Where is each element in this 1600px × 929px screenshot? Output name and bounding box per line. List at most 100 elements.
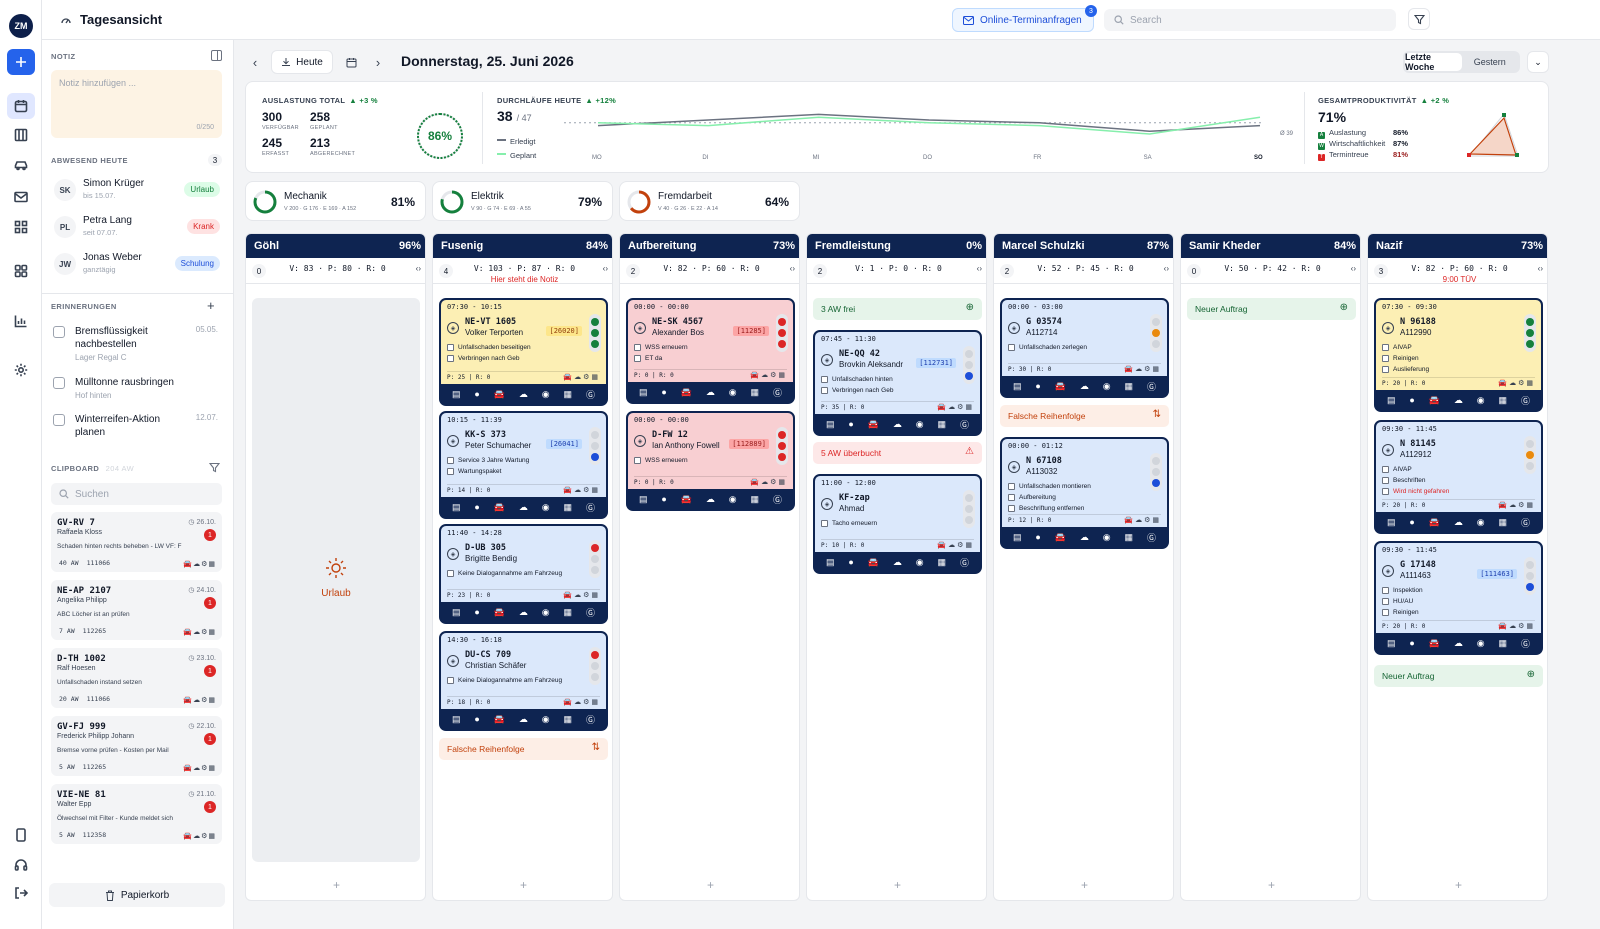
calc-icon[interactable]: ▦ <box>751 494 760 505</box>
tablet-icon[interactable] <box>7 822 35 848</box>
task-checkbox[interactable] <box>1382 366 1389 373</box>
card-task[interactable]: Verbringen nach Geb <box>447 355 519 362</box>
board-banner[interactable]: Neuer Auftrag ⊕ <box>1374 665 1543 687</box>
clipboard-filter-icon[interactable] <box>209 462 220 473</box>
column-add-button[interactable]: + <box>246 878 425 892</box>
g-icon[interactable]: Ⓖ <box>586 501 595 514</box>
gauge-icon[interactable]: ◉ <box>729 387 737 398</box>
absent-person[interactable]: PL Petra Lang seit 07.07. Krank <box>51 212 222 242</box>
g-icon[interactable]: Ⓖ <box>773 386 782 399</box>
cloud-icon[interactable]: ☁ <box>1454 395 1463 406</box>
board-banner[interactable]: Neuer Auftrag ⊕ <box>1187 298 1356 320</box>
appointment-card[interactable]: 07:30 - 10:15 ◈ NE-VT 1605 Volker Terporten… <box>439 298 608 406</box>
note-textarea[interactable]: Notiz hinzufügen ... 0/250 <box>51 70 222 138</box>
doc-icon[interactable]: ▤ <box>826 557 835 568</box>
appointment-card[interactable]: 00:00 - 01:12 ◈ N 67108 A113032 Unfallschade… <box>1000 437 1169 549</box>
chat-icon[interactable]: ● <box>1035 532 1040 542</box>
board-banner[interactable]: Falsche Reihenfolge ⇅ <box>439 738 608 760</box>
task-checkbox[interactable] <box>1382 488 1389 495</box>
stats-nav-icon[interactable] <box>7 308 35 334</box>
calc-icon[interactable]: ▦ <box>1499 638 1508 649</box>
appointment-card[interactable]: 07:45 - 11:30 ◈ NE-QQ 42 Brovkin Aleksandr [… <box>813 330 982 436</box>
card-task[interactable]: Tacho erneuern <box>821 520 877 527</box>
qr-nav-icon[interactable] <box>7 214 35 240</box>
gauge-icon[interactable]: ◉ <box>1477 638 1485 649</box>
calc-icon[interactable]: ▦ <box>1499 395 1508 406</box>
cloud-icon[interactable]: ☁ <box>519 714 528 725</box>
gauge-icon[interactable]: ◉ <box>542 714 550 725</box>
appointment-card[interactable]: 09:30 - 11:45 ◈ G 17148 A111463 [111463] Insp… <box>1374 541 1543 655</box>
support-headset-icon[interactable] <box>7 852 35 878</box>
department-card[interactable]: Mechanik V 200 · G 176 · E 169 · A 152 81% <box>245 181 426 221</box>
task-checkbox[interactable] <box>447 355 454 362</box>
task-checkbox[interactable] <box>821 520 828 527</box>
card-task[interactable]: Unfallschaden hinten <box>821 376 893 383</box>
doc-icon[interactable]: ▤ <box>452 389 461 400</box>
car-icon[interactable]: 🚘 <box>1055 381 1066 392</box>
card-task[interactable]: Aufbereitung <box>1008 494 1056 501</box>
create-button[interactable] <box>7 49 35 75</box>
appointment-card[interactable]: 10:15 - 11:39 ◈ KK-S 373 Peter Schumacher [2… <box>439 411 608 519</box>
apps-nav-icon[interactable] <box>7 258 35 284</box>
card-task[interactable]: Keine Dialogannahme am Fahrzeug <box>447 570 562 577</box>
task-checkbox[interactable] <box>1008 483 1015 490</box>
gauge-icon[interactable]: ◉ <box>1103 532 1111 543</box>
doc-icon[interactable]: ▤ <box>1387 517 1396 528</box>
doc-icon[interactable]: ▤ <box>452 607 461 618</box>
reorder-icon[interactable]: ⇅ <box>592 742 600 753</box>
card-task[interactable]: Reinigen <box>1382 609 1419 616</box>
card-task[interactable]: Verbringen nach Geb <box>821 387 893 394</box>
car-icon[interactable]: 🚘 <box>681 387 692 398</box>
appointment-card[interactable]: 00:00 - 00:00 ◈ D-FW 12 Ian Anthony Fowell [… <box>626 411 795 511</box>
car-icon[interactable]: 🚘 <box>1429 638 1440 649</box>
task-checkbox[interactable] <box>447 570 454 577</box>
doc-icon[interactable]: ▤ <box>1387 395 1396 406</box>
gauge-icon[interactable]: ◉ <box>729 494 737 505</box>
chat-icon[interactable]: ● <box>474 389 479 399</box>
filter-button[interactable] <box>1408 8 1430 30</box>
chat-icon[interactable]: ● <box>1409 638 1414 648</box>
g-icon[interactable]: Ⓖ <box>960 556 969 569</box>
calc-icon[interactable]: ▦ <box>938 557 947 568</box>
add-circle-icon[interactable]: ⊕ <box>966 302 974 313</box>
cloud-icon[interactable]: ☁ <box>1454 517 1463 528</box>
cloud-icon[interactable]: ☁ <box>893 557 902 568</box>
trash-button[interactable]: Papierkorb <box>49 883 225 907</box>
board-banner[interactable]: 3 AW frei ⊕ <box>813 298 982 320</box>
chat-icon[interactable]: ● <box>474 714 479 724</box>
panel-toggle-icon[interactable] <box>211 50 222 61</box>
expand-icon[interactable]: ‹› <box>790 264 795 273</box>
car-icon[interactable]: 🚘 <box>1055 532 1066 543</box>
chat-icon[interactable]: ● <box>848 419 853 429</box>
clipboard-card[interactable]: VIE-NE 81 Walter Epp Ölwechsel mit Filter … <box>51 784 222 844</box>
chat-icon[interactable]: ● <box>474 502 479 512</box>
expand-icon[interactable]: ‹› <box>603 264 608 273</box>
cloud-icon[interactable]: ☁ <box>1454 638 1463 649</box>
clipboard-card[interactable]: GV-FJ 999 Frederick Philipp Johann Bremse … <box>51 716 222 776</box>
column-add-button[interactable]: + <box>807 878 986 892</box>
card-task[interactable]: Wartungspaket <box>447 468 501 475</box>
column-add-button[interactable]: + <box>620 878 799 892</box>
mail-nav-icon[interactable] <box>7 184 35 210</box>
task-checkbox[interactable] <box>1382 598 1389 605</box>
appointment-card[interactable]: 09:30 - 11:45 ◈ N 81145 A112912 AIVAP Beschri… <box>1374 420 1543 534</box>
task-checkbox[interactable] <box>1382 344 1389 351</box>
cloud-icon[interactable]: ☁ <box>1080 381 1089 392</box>
task-checkbox[interactable] <box>1382 355 1389 362</box>
task-checkbox[interactable] <box>1382 609 1389 616</box>
department-card[interactable]: Fremdarbeit V 40 · G 26 · E 22 · A 14 64% <box>619 181 800 221</box>
logout-icon[interactable] <box>7 880 35 906</box>
expand-icon[interactable]: ‹› <box>1164 264 1169 273</box>
department-card[interactable]: Elektrik V 90 · G 74 · E 69 · A 55 79% <box>432 181 613 221</box>
car-icon[interactable]: 🚘 <box>494 502 505 513</box>
task-checkbox[interactable] <box>1382 587 1389 594</box>
reminder-checkbox[interactable] <box>53 414 65 426</box>
card-task[interactable]: WSS erneuern <box>634 457 688 464</box>
card-task[interactable]: AIVAP <box>1382 344 1412 351</box>
chat-icon[interactable]: ● <box>848 557 853 567</box>
calc-icon[interactable]: ▦ <box>1499 517 1508 528</box>
absent-person[interactable]: JW Jonas Weber ganztägig Schulung <box>51 249 222 279</box>
calc-icon[interactable]: ▦ <box>1125 381 1134 392</box>
task-checkbox[interactable] <box>1008 344 1015 351</box>
chevron-down-icon[interactable]: ⌄ <box>1527 51 1549 73</box>
